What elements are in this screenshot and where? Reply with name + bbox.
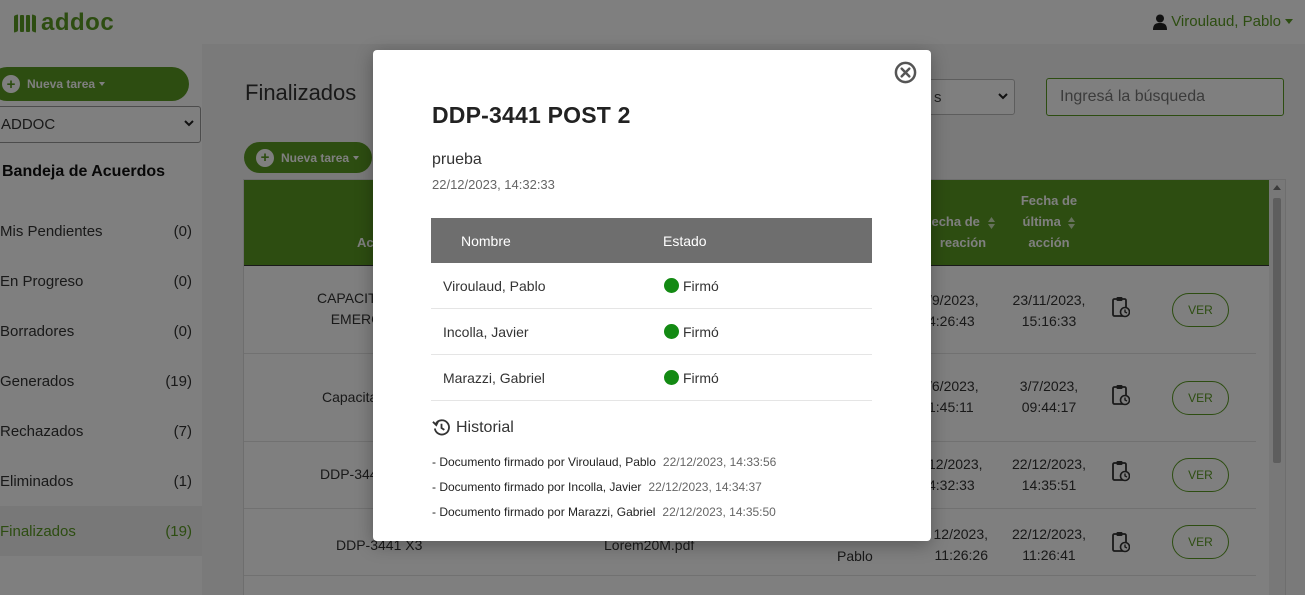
list-item: - Documento firmado por Viroulaud, Pablo… [432, 449, 776, 474]
signer-name: Incolla, Javier [443, 323, 529, 340]
history-text: - Documento firmado por Viroulaud, Pablo [432, 454, 656, 469]
history-title: Historial [456, 418, 514, 436]
signer-status: Firmó [652, 370, 719, 386]
table-row: Viroulaud, Pablo Firmó [431, 263, 872, 309]
status-dot-icon [664, 324, 679, 339]
history-timestamp: 22/12/2023, 14:33:56 [662, 454, 777, 469]
modal-subtitle: prueba [432, 151, 482, 168]
list-item: - Documento firmado por Incolla, Javier … [432, 474, 776, 499]
modal-date: 22/12/2023, 14:32:33 [432, 177, 555, 192]
signers-table-header: Nombre Estado [431, 218, 872, 263]
status-dot-icon [664, 278, 679, 293]
document-details-modal: DDP-3441 POST 2 prueba 22/12/2023, 14:32… [373, 50, 931, 541]
signer-status-label: Firmó [683, 369, 719, 386]
signer-status-label: Firmó [683, 323, 719, 340]
history-timestamp: 22/12/2023, 14:35:50 [662, 504, 776, 519]
signer-name: Marazzi, Gabriel [443, 369, 545, 386]
history-list: - Documento firmado por Viroulaud, Pablo… [432, 449, 776, 524]
column-header-name: Nombre [461, 232, 511, 249]
history-heading: Historial [432, 418, 514, 437]
signers-table: Nombre Estado Viroulaud, Pablo Firmó Inc… [431, 218, 872, 401]
column-header-status: Estado [663, 232, 707, 249]
table-row: Marazzi, Gabriel Firmó [431, 355, 872, 401]
history-text: - Documento firmado por Incolla, Javier [432, 479, 642, 494]
history-text: - Documento firmado por Marazzi, Gabriel [432, 504, 656, 519]
signer-name: Viroulaud, Pablo [443, 277, 546, 294]
modal-title: DDP-3441 POST 2 [432, 102, 631, 128]
history-timestamp: 22/12/2023, 14:34:37 [648, 479, 762, 494]
history-icon [432, 419, 450, 436]
close-icon[interactable] [894, 61, 917, 84]
table-row: Incolla, Javier Firmó [431, 309, 872, 355]
signer-status-label: Firmó [683, 277, 719, 294]
list-item: - Documento firmado por Marazzi, Gabriel… [432, 499, 776, 524]
signer-status: Firmó [652, 324, 719, 340]
status-dot-icon [664, 370, 679, 385]
signer-status: Firmó [652, 278, 719, 294]
